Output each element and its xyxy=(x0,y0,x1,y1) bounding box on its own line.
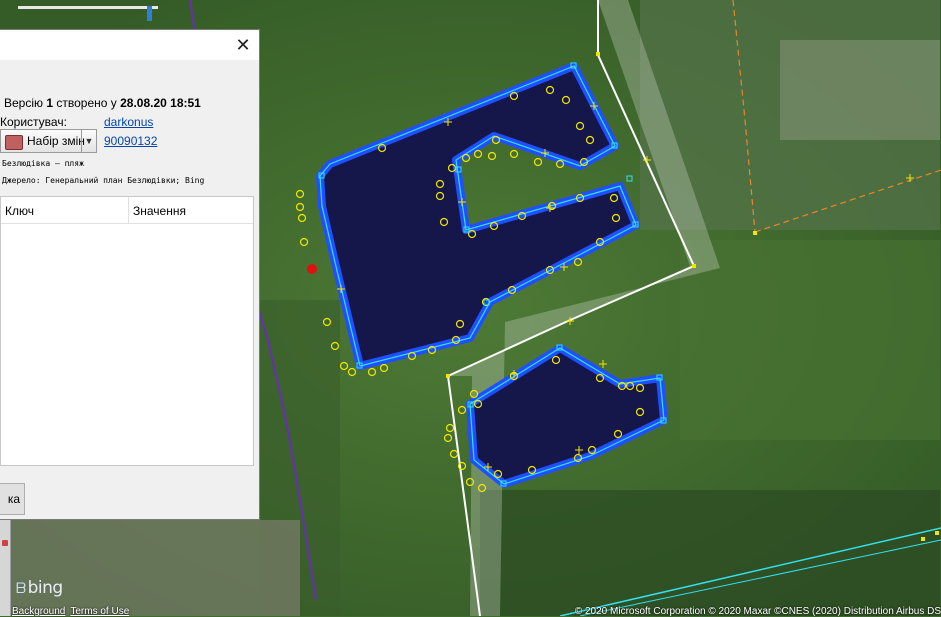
user-link[interactable]: darkonus xyxy=(104,115,153,129)
dialog-bottom-button[interactable]: ка xyxy=(0,483,25,515)
changeset-button-label: Набір змін xyxy=(27,134,85,148)
imagery-attribution: © 2020 Microsoft Corporation © 2020 Maxa… xyxy=(574,606,941,617)
changeset-icon xyxy=(5,135,23,150)
left-toolbar-strip xyxy=(0,520,11,616)
zoom-slider[interactable] xyxy=(18,6,158,21)
changeset-button[interactable]: Набір змін ▼ xyxy=(0,129,97,153)
selected-node[interactable] xyxy=(307,264,317,274)
zoom-slider-handle[interactable] xyxy=(147,6,152,21)
terrain-patch xyxy=(0,520,300,616)
version-panel: Версію 1 створено у 28.08.20 18:51 Корис… xyxy=(0,82,258,482)
column-value[interactable]: Значення xyxy=(133,204,186,218)
version-line: Версію 1 створено у 28.08.20 18:51 xyxy=(4,96,201,110)
terrain-patch xyxy=(780,40,940,140)
changeset-source: Джерело: Генеральний план Безлюдівки; Bi… xyxy=(2,176,205,185)
column-key[interactable]: Ключ xyxy=(5,204,34,218)
changeset-comment: Безлюдівка — пляж xyxy=(2,159,84,168)
dialog-titlebar: ✕ xyxy=(0,30,259,60)
toolbar-marker xyxy=(2,540,8,546)
bing-icon: ᗷ xyxy=(16,581,26,597)
chevron-down-icon[interactable]: ▼ xyxy=(81,130,96,152)
background-link[interactable]: Background xyxy=(12,606,65,617)
history-dialog: ✕ Версію 1 створено у 28.08.20 18:51 Кор… xyxy=(0,29,260,520)
changeset-link[interactable]: 90090132 xyxy=(104,134,157,148)
column-separator[interactable] xyxy=(128,197,129,223)
terrain-patch xyxy=(680,240,940,440)
bing-logo: ᗷ bing xyxy=(16,578,63,598)
user-label: Користувач: xyxy=(0,115,67,129)
close-button[interactable]: ✕ xyxy=(233,35,253,55)
tag-table-header: Ключ Значення xyxy=(1,197,253,224)
terms-link[interactable]: Terms of Use xyxy=(70,606,129,617)
map-links: Background Terms of Use xyxy=(12,606,134,617)
terrain-patch xyxy=(480,490,940,616)
tag-table: Ключ Значення xyxy=(0,196,254,466)
